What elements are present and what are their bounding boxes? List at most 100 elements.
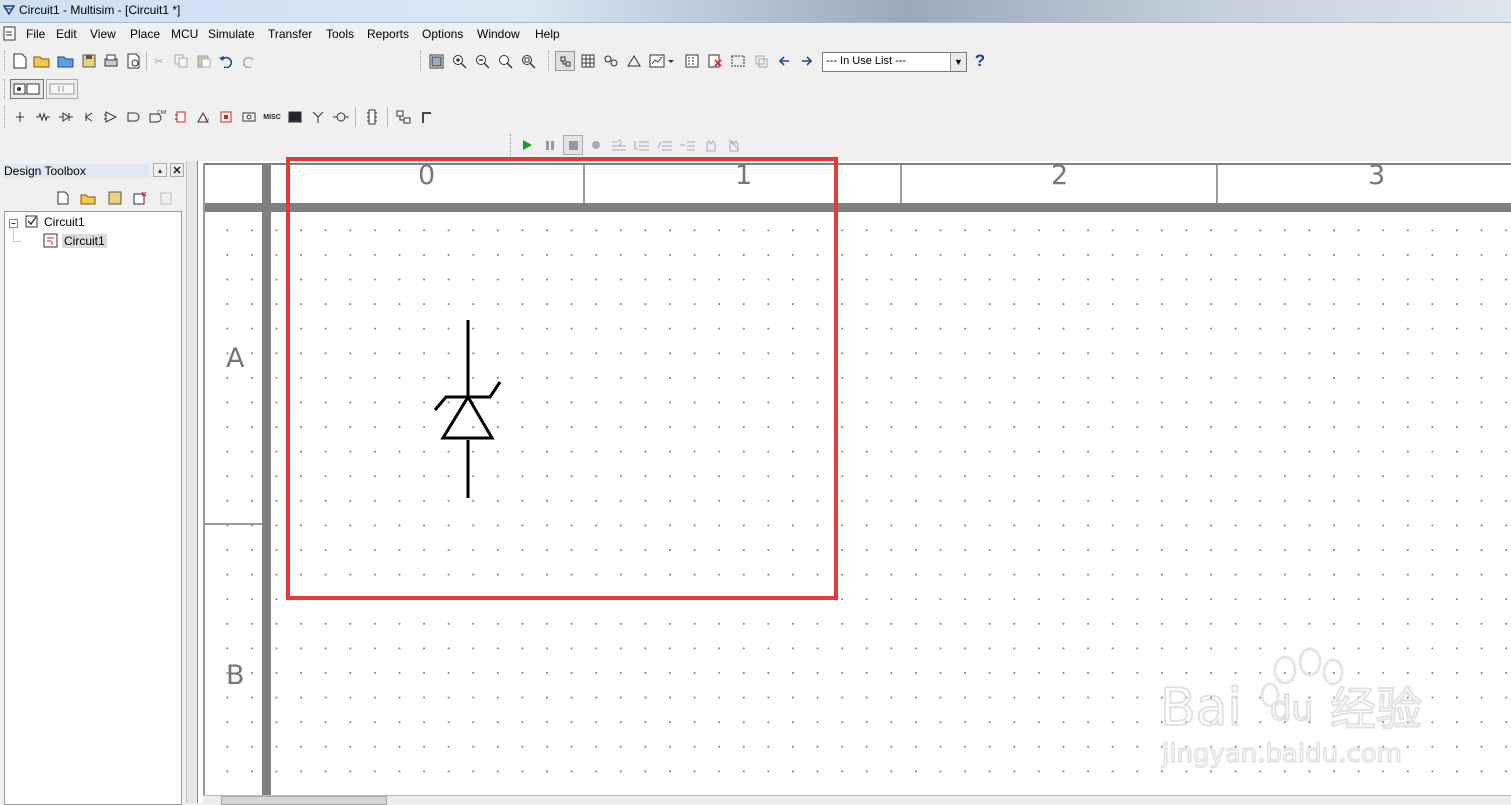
menu-options[interactable]: Options	[422, 27, 463, 41]
document-menu-icon[interactable]	[2, 26, 18, 42]
panel-splitter[interactable]	[186, 161, 197, 803]
indicator-component-icon[interactable]	[216, 107, 236, 127]
transistor-component-icon[interactable]	[79, 107, 99, 127]
save-icon[interactable]	[79, 51, 99, 71]
run-to-cursor-icon[interactable]	[678, 135, 698, 155]
chevron-down-icon[interactable]: ▼	[950, 53, 966, 71]
print-preview-icon[interactable]	[124, 51, 144, 71]
advanced-peripherals-icon[interactable]	[285, 107, 305, 127]
new-design-icon[interactable]	[53, 188, 73, 208]
full-screen-icon[interactable]	[426, 51, 446, 71]
database-manager-icon[interactable]	[601, 51, 621, 71]
panel-pin-icon[interactable]: ▴	[153, 163, 167, 177]
toolbar-grip[interactable]	[4, 51, 8, 71]
analog-component-icon[interactable]	[101, 107, 121, 127]
close-design-icon[interactable]	[130, 188, 150, 208]
in-use-list-value: --- In Use List ---	[826, 55, 907, 67]
toolbar-grip[interactable]	[420, 51, 424, 71]
redo-icon[interactable]	[239, 51, 259, 71]
toolbar-grip[interactable]	[510, 134, 514, 156]
postprocessor-icon[interactable]	[682, 51, 702, 71]
menu-edit[interactable]: Edit	[56, 27, 77, 41]
rf-component-icon[interactable]	[308, 107, 328, 127]
open-design-icon[interactable]	[78, 188, 98, 208]
zoom-in-icon[interactable]	[449, 51, 469, 71]
spreadsheet-view-icon[interactable]	[578, 51, 598, 71]
ttl-component-icon[interactable]	[124, 107, 144, 127]
mcu-component-icon[interactable]	[362, 107, 382, 127]
zoom-out-icon[interactable]	[472, 51, 492, 71]
pause-simulation-icon[interactable]	[540, 135, 560, 155]
description-box-icon[interactable]	[10, 79, 44, 99]
step-over-icon[interactable]	[632, 135, 652, 155]
watermark-brand-cn: 经验	[1330, 682, 1422, 736]
menu-mcu[interactable]: MCU	[171, 27, 198, 41]
back-annotate-icon[interactable]	[751, 51, 771, 71]
grapher-dropdown-icon[interactable]	[648, 51, 676, 71]
zoom-fit-icon[interactable]	[518, 51, 538, 71]
checked-design-icon[interactable]	[25, 215, 39, 229]
close-icon[interactable]: ✕	[170, 163, 184, 177]
multisim-app-icon[interactable]	[3, 4, 15, 16]
in-use-list-select[interactable]: --- In Use List --- ▼	[822, 52, 967, 72]
new-file-icon[interactable]	[10, 51, 30, 71]
paste-icon[interactable]	[194, 51, 214, 71]
menu-view[interactable]: View	[90, 27, 116, 41]
watermark-brand: Bai	[1160, 678, 1242, 738]
mixed-component-icon[interactable]: V	[194, 107, 214, 127]
save-design-icon[interactable]	[105, 188, 125, 208]
schematic-sheet-icon[interactable]	[43, 233, 59, 249]
menu-transfer[interactable]: Transfer	[268, 27, 312, 41]
resistor-component-icon[interactable]	[33, 107, 53, 127]
sheet-tab-icon[interactable]	[46, 79, 78, 99]
open-folder-icon[interactable]	[32, 51, 52, 71]
forward-annotate-icon[interactable]	[797, 51, 817, 71]
menu-place[interactable]: Place	[130, 27, 160, 41]
watermark-brand-du: du	[1270, 689, 1313, 729]
run-simulation-icon[interactable]	[517, 135, 537, 155]
misc-component-icon[interactable]: MISC	[262, 107, 282, 127]
zoom-area-icon[interactable]	[495, 51, 515, 71]
menu-help[interactable]: Help	[535, 27, 560, 41]
power-component-icon[interactable]	[239, 107, 259, 127]
menu-file[interactable]: File	[26, 27, 45, 41]
toolbar-grip[interactable]	[4, 106, 8, 128]
cmos-component-icon[interactable]: CMOS	[147, 107, 167, 127]
remove-breakpoints-icon[interactable]	[724, 135, 744, 155]
misc-digital-icon[interactable]	[171, 107, 191, 127]
toolbar-grip[interactable]	[4, 79, 8, 99]
help-icon[interactable]: ?	[970, 51, 990, 71]
step-out-icon[interactable]	[655, 135, 675, 155]
select-area-icon[interactable]	[728, 51, 748, 71]
step-into-icon[interactable]	[609, 135, 629, 155]
source-component-icon[interactable]	[10, 107, 30, 127]
tree-root-label[interactable]: Circuit1	[44, 215, 85, 229]
toolbar-grip[interactable]	[548, 51, 552, 71]
menu-reports[interactable]: Reports	[367, 27, 409, 41]
bus-icon[interactable]	[417, 107, 437, 127]
border-vertical-bar	[262, 163, 271, 795]
toggle-breakpoint-icon[interactable]	[701, 135, 721, 155]
highlight-rectangle	[286, 157, 838, 600]
tree-child-label[interactable]: Circuit1	[62, 234, 107, 248]
diode-component-icon[interactable]	[56, 107, 76, 127]
copy-icon[interactable]	[171, 51, 191, 71]
electromechanical-icon[interactable]	[331, 107, 351, 127]
menu-tools[interactable]: Tools	[326, 27, 354, 41]
back-annotate-ultiboard-icon[interactable]	[774, 51, 794, 71]
delete-design-icon[interactable]	[156, 188, 176, 208]
undo-icon[interactable]	[216, 51, 236, 71]
hierarchical-block-icon[interactable]	[394, 107, 414, 127]
component-wizard-icon[interactable]	[624, 51, 644, 71]
breakpoint-icon[interactable]	[586, 135, 606, 155]
scrollbar-thumb[interactable]	[221, 796, 387, 805]
tree-expander-icon[interactable]	[8, 217, 22, 245]
menu-simulate[interactable]: Simulate	[208, 27, 255, 41]
open-sample-icon[interactable]	[56, 51, 76, 71]
print-icon[interactable]	[101, 51, 121, 71]
design-toolbox-icon[interactable]	[555, 51, 575, 71]
erc-icon[interactable]	[705, 51, 725, 71]
stop-simulation-icon[interactable]	[563, 135, 583, 155]
menu-window[interactable]: Window	[477, 27, 520, 41]
cut-icon[interactable]: ✂	[149, 51, 169, 71]
